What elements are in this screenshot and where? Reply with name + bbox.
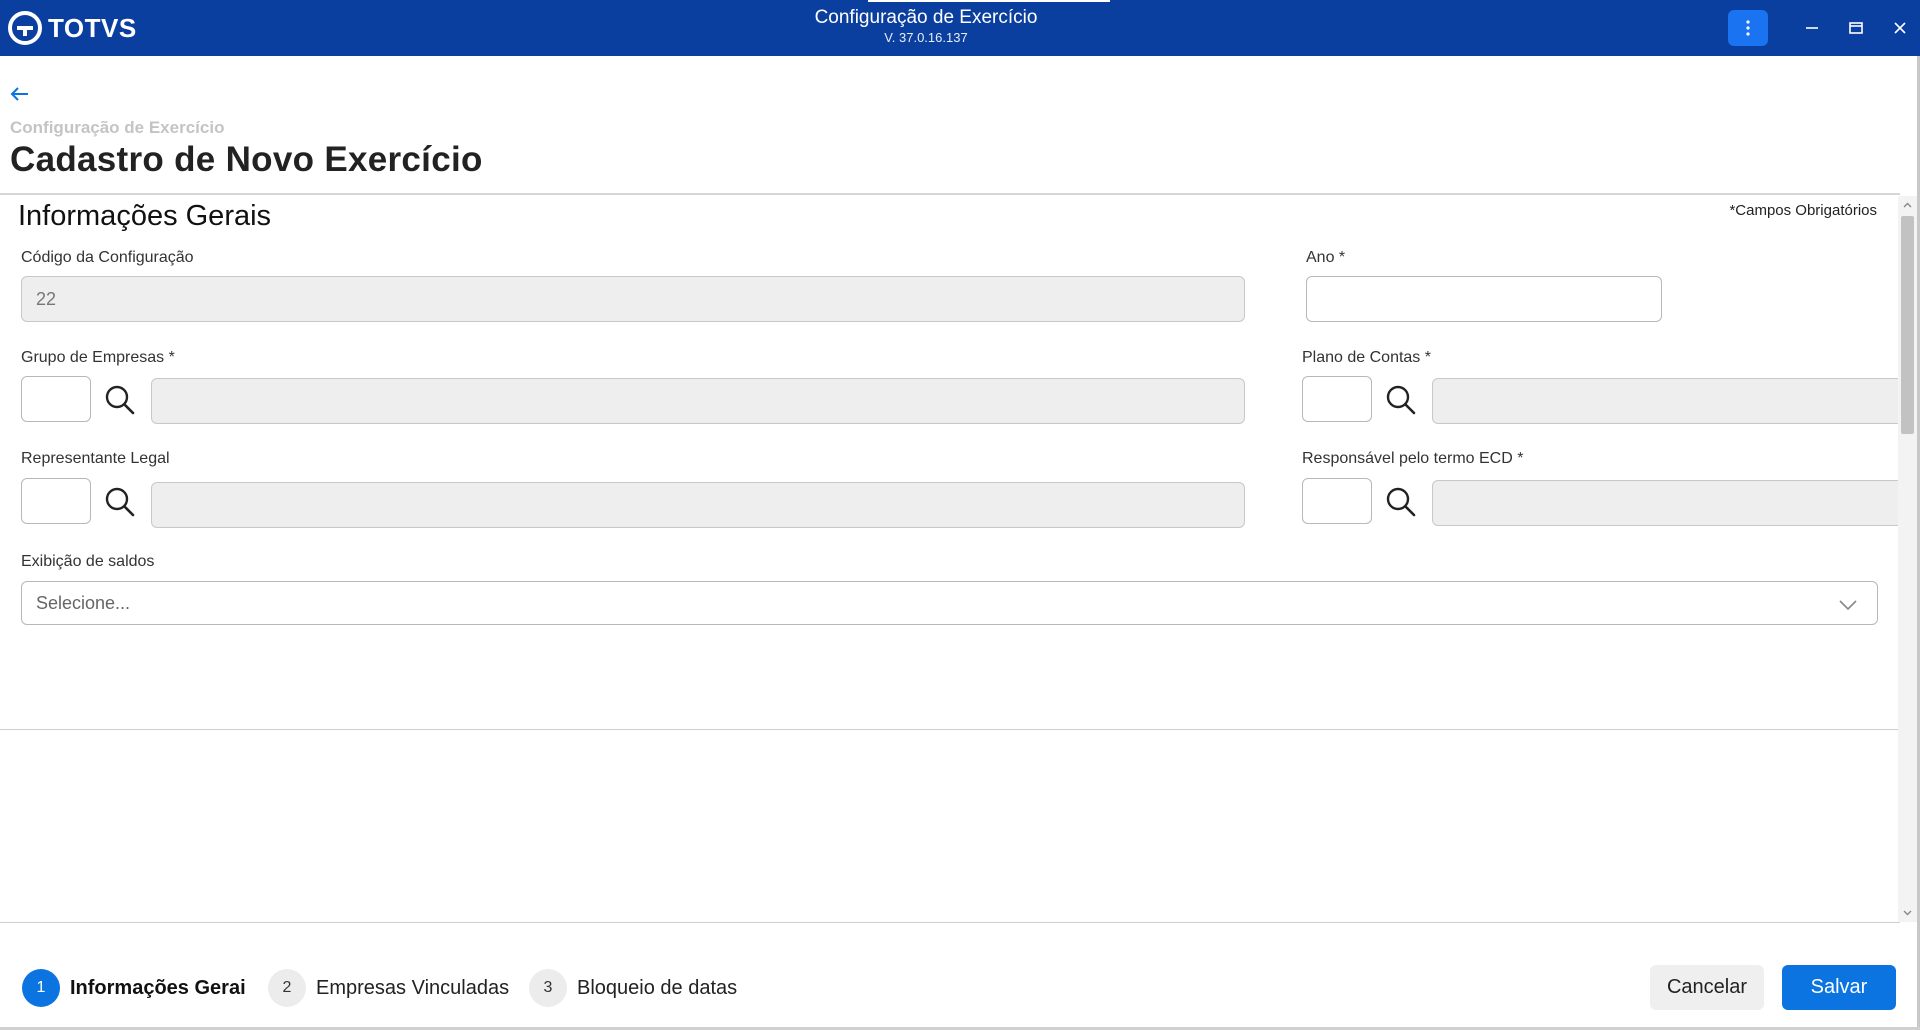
title-underline (868, 0, 1110, 2)
footer-divider (0, 922, 1900, 923)
chevron-down-icon (1839, 600, 1857, 611)
cancel-button[interactable]: Cancelar (1650, 965, 1764, 1010)
responsavel-label: Responsável pelo termo ECD * (1302, 450, 1524, 467)
search-icon[interactable] (103, 485, 137, 519)
page-title: Cadastro de Novo Exercício (10, 140, 483, 179)
plano-contas-code-field[interactable] (1302, 376, 1372, 422)
ano-field[interactable] (1306, 276, 1662, 322)
grupo-empresas-description-field (151, 378, 1245, 424)
representante-label: Representante Legal (21, 450, 170, 467)
scroll-up-icon[interactable] (1902, 200, 1913, 211)
minimize-button[interactable] (1798, 14, 1826, 42)
exibicao-label: Exibição de saldos (21, 553, 155, 570)
representante-description-field (151, 482, 1245, 528)
grupo-empresas-label: Grupo de Empresas * (21, 349, 175, 366)
representante-code-field[interactable] (21, 478, 91, 524)
vertical-scrollbar[interactable] (1898, 196, 1917, 922)
responsavel-description-field (1432, 480, 1898, 526)
step-number: 2 (268, 969, 306, 1007)
plano-contas-description-field (1432, 378, 1898, 424)
codigo-label: Código da Configuração (21, 249, 194, 266)
breadcrumb[interactable]: Configuração de Exercício (10, 118, 224, 138)
step-number: 1 (22, 969, 60, 1007)
app-version: V. 37.0.16.137 (884, 30, 968, 45)
minimize-icon (1806, 27, 1818, 29)
maximize-icon (1849, 22, 1863, 34)
step-informacoes-gerais[interactable]: 1 Informações Gerais (22, 968, 246, 1008)
ano-label: Ano * (1306, 249, 1346, 266)
search-icon[interactable] (103, 383, 137, 417)
window-title: Configuração de Exercício (814, 7, 1038, 28)
exibicao-placeholder: Selecione... (36, 592, 131, 613)
more-vertical-icon (1746, 20, 1750, 36)
search-icon[interactable] (1384, 485, 1418, 519)
header-divider (0, 193, 1900, 195)
codigo-value: 22 (36, 288, 57, 309)
exibicao-select[interactable]: Selecione... (21, 581, 1878, 625)
step-bloqueio-de-datas[interactable]: 3 Bloqueio de datas (529, 968, 737, 1008)
scroll-down-icon[interactable] (1902, 907, 1913, 918)
step-label: Empresas Vinculadas (316, 976, 510, 999)
title-bar: TOTVS Configuração de Exercício V. 37.0.… (0, 0, 1920, 56)
close-icon (1894, 22, 1906, 34)
step-label: Bloqueio de datas (577, 976, 738, 999)
section-title: Informações Gerais (18, 200, 272, 232)
codigo-field: 22 (21, 276, 1245, 322)
plano-contas-label: Plano de Contas * (1302, 349, 1431, 366)
grupo-empresas-code-field[interactable] (21, 376, 91, 422)
content-divider (0, 729, 1900, 730)
back-arrow-icon[interactable] (8, 82, 32, 106)
search-icon[interactable] (1384, 383, 1418, 417)
more-options-button[interactable] (1728, 10, 1768, 46)
step-empresas-vinculadas[interactable]: 2 Empresas Vinculadas (268, 968, 509, 1008)
required-fields-note: *Campos Obrigatórios (1729, 202, 1877, 219)
scrollbar-thumb[interactable] (1901, 216, 1914, 434)
step-number: 3 (529, 969, 567, 1007)
step-label: Informações Gerais (70, 976, 246, 999)
save-button[interactable]: Salvar (1782, 965, 1896, 1010)
window-title-block: Configuração de Exercício V. 37.0.16.137 (0, 6, 1852, 46)
responsavel-code-field[interactable] (1302, 478, 1372, 524)
maximize-button[interactable] (1842, 14, 1870, 42)
close-button[interactable] (1886, 14, 1914, 42)
